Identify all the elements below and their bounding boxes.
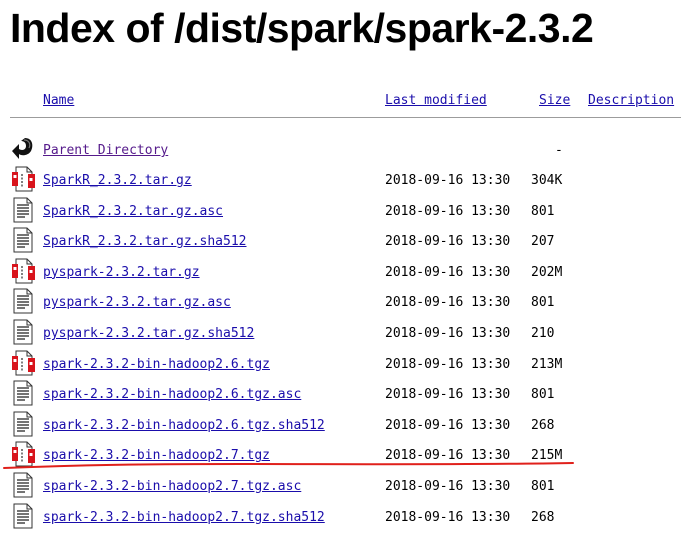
file-row: pyspark-2.3.2.tar.gz.sha512 2018-09-16 13… — [0, 319, 681, 349]
file-size: 210 — [531, 326, 555, 341]
back-arrow-icon — [12, 138, 33, 159]
file-last-modified: 2018-09-16 13:30 — [385, 387, 511, 403]
archive-icon — [12, 350, 35, 376]
file-link[interactable]: SparkR_2.3.2.tar.gz — [43, 172, 192, 190]
parent-directory-link[interactable]: Parent Directory — [43, 142, 168, 160]
file-row: spark-2.3.2-bin-hadoop2.7.tgz 2018-09-16 … — [0, 441, 681, 471]
file-last-modified: 2018-09-16 13:30 — [385, 295, 511, 311]
text-file-icon — [13, 380, 33, 406]
file-last-modified: 2018-09-16 13:30 — [385, 356, 511, 372]
parent-size: - — [555, 143, 563, 158]
file-last-modified: 2018-09-16 13:30 — [385, 479, 511, 494]
file-last-modified: 2018-09-16 13:30 — [385, 509, 511, 525]
file-size: 268 — [531, 417, 555, 433]
file-link[interactable]: spark-2.3.2-bin-hadoop2.6.tgz.sha512 — [43, 417, 325, 435]
file-link[interactable]: SparkR_2.3.2.tar.gz.sha512 — [43, 233, 247, 251]
file-last-modified: 2018-09-16 13:30 — [385, 448, 511, 464]
file-row: spark-2.3.2-bin-hadoop2.7.tgz.asc 2018-09… — [0, 472, 681, 502]
text-file-icon — [13, 503, 33, 529]
file-row: spark-2.3.2-bin-hadoop2.6.tgz.asc 2018-09… — [0, 380, 681, 410]
archive-icon — [12, 166, 35, 192]
file-last-modified: 2018-09-16 13:30 — [385, 203, 511, 219]
file-link[interactable]: pyspark-2.3.2.tar.gz — [43, 264, 200, 282]
file-row: SparkR_2.3.2.tar.gz.sha512 2018-09-16 13:… — [0, 227, 681, 257]
file-size: 801 — [531, 203, 555, 219]
file-size: 801 — [531, 479, 555, 494]
text-file-icon — [13, 227, 33, 253]
file-size: 213M — [531, 356, 563, 372]
file-link[interactable]: pyspark-2.3.2.tar.gz.asc — [43, 294, 231, 312]
file-link[interactable]: pyspark-2.3.2.tar.gz.sha512 — [43, 325, 254, 343]
file-last-modified: 2018-09-16 13:30 — [385, 173, 511, 188]
file-row: spark-2.3.2-bin-hadoop2.7.tgz.sha512 2018… — [0, 503, 681, 533]
file-link[interactable]: SparkR_2.3.2.tar.gz.asc — [43, 203, 223, 221]
column-header-name[interactable]: Name — [43, 92, 74, 110]
archive-icon — [12, 441, 35, 467]
file-last-modified: 2018-09-16 13:30 — [385, 326, 511, 341]
file-row: spark-2.3.2-bin-hadoop2.6.tgz 2018-09-16 … — [0, 350, 681, 380]
text-file-icon — [13, 197, 33, 223]
file-size: 215M — [531, 448, 563, 464]
text-file-icon — [13, 411, 33, 437]
file-link[interactable]: spark-2.3.2-bin-hadoop2.7.tgz.sha512 — [43, 509, 325, 527]
column-header-last-modified[interactable]: Last modified — [385, 92, 487, 110]
text-file-icon — [13, 472, 33, 498]
file-link[interactable]: spark-2.3.2-bin-hadoop2.6.tgz — [43, 356, 270, 374]
file-row: pyspark-2.3.2.tar.gz.asc 2018-09-16 13:30… — [0, 288, 681, 318]
file-size: 304K — [531, 173, 563, 188]
header-divider — [10, 117, 681, 118]
file-size: 207 — [531, 234, 555, 250]
file-size: 268 — [531, 509, 555, 525]
file-row: spark-2.3.2-bin-hadoop2.6.tgz.sha512 2018… — [0, 411, 681, 441]
file-last-modified: 2018-09-16 13:30 — [385, 264, 511, 280]
archive-icon — [12, 258, 35, 284]
file-size: 801 — [531, 387, 555, 403]
column-header-description[interactable]: Description — [588, 92, 674, 110]
file-row: SparkR_2.3.2.tar.gz 2018-09-16 13:30 304K — [0, 166, 681, 196]
file-last-modified: 2018-09-16 13:30 — [385, 234, 511, 250]
file-link[interactable]: spark-2.3.2-bin-hadoop2.7.tgz.asc — [43, 478, 301, 496]
page-title: Index of /dist/spark/spark-2.3.2 — [10, 5, 594, 51]
file-size: 801 — [531, 295, 555, 311]
column-header-size[interactable]: Size — [539, 92, 570, 110]
file-link[interactable]: spark-2.3.2-bin-hadoop2.7.tgz — [43, 447, 270, 465]
text-file-icon — [13, 288, 33, 314]
file-size: 202M — [531, 264, 563, 280]
parent-directory-row: Parent Directory - — [0, 136, 681, 166]
file-last-modified: 2018-09-16 13:30 — [385, 417, 511, 433]
text-file-icon — [13, 319, 33, 345]
file-link[interactable]: spark-2.3.2-bin-hadoop2.6.tgz.asc — [43, 386, 301, 404]
file-row: SparkR_2.3.2.tar.gz.asc 2018-09-16 13:30 8… — [0, 197, 681, 227]
file-row: pyspark-2.3.2.tar.gz 2018-09-16 13:30 202M — [0, 258, 681, 288]
